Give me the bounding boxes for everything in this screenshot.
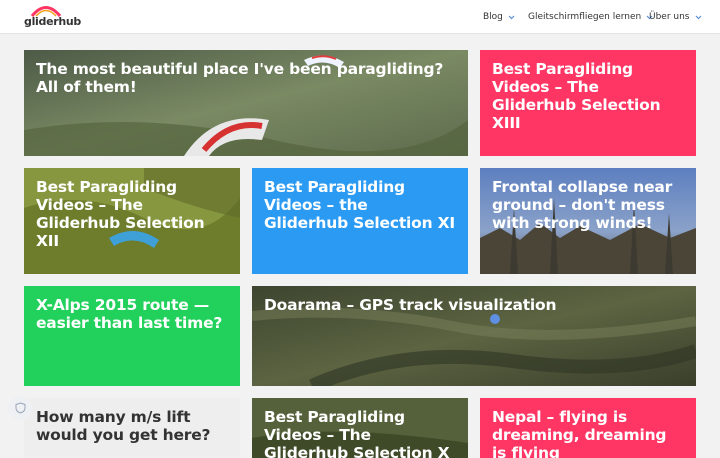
nav-about-label: Über uns [649, 12, 690, 22]
logo-text: gliderhub [24, 15, 82, 28]
privacy-settings-button[interactable] [8, 396, 32, 420]
card-title: How many m/s lift would you get here? [36, 408, 211, 444]
card-title: X-Alps 2015 route — easier than last tim… [36, 296, 223, 332]
card-title: Best Paragliding Videos – The Gliderhub … [492, 60, 661, 132]
card-title: Best Paragliding Videos – the Gliderhub … [264, 178, 455, 232]
card-title: Doarama – GPS track visualization [264, 296, 557, 314]
nav-learn-paragliding[interactable]: Gleitschirmfliegen lernen [528, 0, 653, 34]
card-title: The most beautiful place I've been parag… [36, 60, 444, 96]
card-title: Frontal collapse near ground – don't mes… [492, 178, 673, 232]
post-card-doarama[interactable]: Doarama – GPS track visualization [252, 286, 696, 386]
post-card-selection-xi[interactable]: Best Paragliding Videos – the Gliderhub … [252, 168, 468, 274]
shield-icon [15, 402, 25, 414]
chevron-down-icon [508, 15, 515, 19]
post-card-most-beautiful-place[interactable]: The most beautiful place I've been parag… [24, 50, 468, 156]
card-title: Best Paragliding Videos – The Gliderhub … [264, 408, 450, 458]
nav-about-us[interactable]: Über uns [649, 0, 702, 34]
nav-learn-label: Gleitschirmfliegen lernen [528, 12, 642, 22]
post-card-x-alps-route[interactable]: X-Alps 2015 route — easier than last tim… [24, 286, 240, 386]
post-card-frontal-collapse[interactable]: Frontal collapse near ground – don't mes… [480, 168, 696, 274]
gliderhub-logo[interactable]: gliderhub [24, 5, 81, 29]
post-card-nepal[interactable]: Nepal – flying is dreaming, dreaming is … [480, 398, 696, 458]
post-card-selection-x[interactable]: Best Paragliding Videos – The Gliderhub … [252, 398, 468, 458]
nav-blog-label: Blog [483, 12, 503, 22]
post-card-lift-question[interactable]: How many m/s lift would you get here? [24, 398, 240, 458]
nav-blog[interactable]: Blog [483, 0, 515, 34]
card-title: Nepal – flying is dreaming, dreaming is … [492, 408, 667, 458]
post-card-selection-xiii[interactable]: Best Paragliding Videos – The Gliderhub … [480, 50, 696, 156]
chevron-down-icon [695, 15, 701, 19]
top-nav-bar: gliderhub Blog Gleitschirmfliegen lernen… [0, 0, 720, 34]
card-title: Best Paragliding Videos – The Gliderhub … [36, 178, 205, 250]
post-card-selection-xii[interactable]: Best Paragliding Videos – The Gliderhub … [24, 168, 240, 274]
